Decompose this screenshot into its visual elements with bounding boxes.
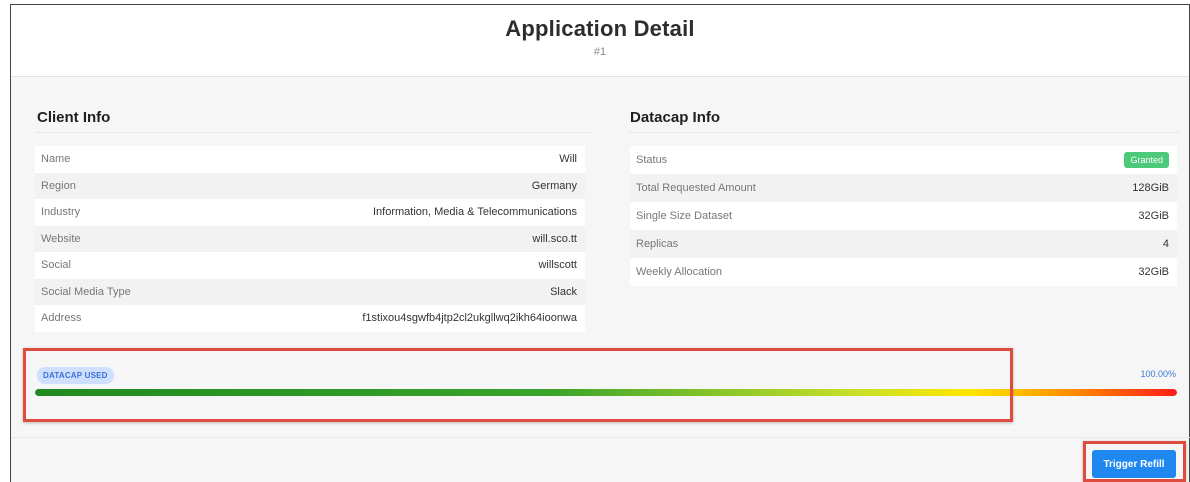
datacap-progress-bar [35,389,1177,396]
datacap-used-badge: DATACAP USED [37,367,114,384]
row-key: Replicas [636,238,679,250]
datacap-used-percent: 100.00% [1140,369,1176,379]
row-value: Will [559,153,577,166]
page-title: Application Detail [505,16,695,41]
client-row-address: Address f1stixou4sgwfb4jtp2cl2ukgllwq2ik… [35,305,585,332]
row-key: Single Size Dataset [636,210,732,222]
client-row-website: Website will.sco.tt [35,225,585,252]
datacap-row-weekly-allocation: Weekly Allocation 32GiB [630,258,1177,286]
datacap-info-table: Status Granted Total Requested Amount 12… [630,146,1177,286]
row-key: Region [41,179,76,192]
datacap-row-status: Status Granted [630,146,1177,174]
row-value: 32GiB [1138,210,1169,222]
row-key: Status [636,154,668,166]
row-value: willscott [538,259,577,272]
row-key: Weekly Allocation [636,266,723,278]
datacap-row-total-requested: Total Requested Amount 128GiB [630,174,1177,202]
row-value: Germany [531,179,577,192]
client-info-table: Name Will Region Germany Industry Inform… [35,146,585,332]
row-value: Information, Media & Telecommunications [372,206,577,219]
row-value: 4 [1162,238,1169,250]
row-key: Industry [41,206,81,219]
client-row-social-media-type: Social Media Type Slack [35,278,585,305]
footer-divider [11,437,1190,438]
row-key: Name [41,153,71,166]
row-value: f1stixou4sgwfb4jtp2cl2ukgllwq2ikh64ioonw… [362,312,577,325]
trigger-refill-button[interactable]: Trigger Refill [1092,450,1176,478]
row-key: Social Media Type [41,285,131,298]
client-info-title: Client Info [37,109,111,126]
client-row-social: Social willscott [35,252,585,279]
row-key: Website [41,232,81,245]
status-badge: Granted [1124,152,1169,168]
datacap-info-divider [628,132,1180,133]
page-header: Application Detail #1 [11,5,1189,77]
row-value: 32GiB [1138,266,1169,278]
row-value: will.sco.tt [532,232,577,245]
client-info-divider [35,132,591,133]
row-key: Social [41,259,71,272]
row-key: Total Requested Amount [636,182,756,194]
row-value: Slack [550,285,577,298]
datacap-row-replicas: Replicas 4 [630,230,1177,258]
datacap-row-single-size: Single Size Dataset 32GiB [630,202,1177,230]
datacap-info-title: Datacap Info [630,109,721,126]
datacap-progress-fill [35,389,1177,396]
application-id: #1 [593,46,607,58]
row-value: 128GiB [1132,182,1169,194]
client-row-name: Name Will [35,146,585,173]
client-row-industry: Industry Information, Media & Telecommun… [35,199,585,226]
client-row-region: Region Germany [35,172,585,199]
row-key: Address [41,312,82,325]
